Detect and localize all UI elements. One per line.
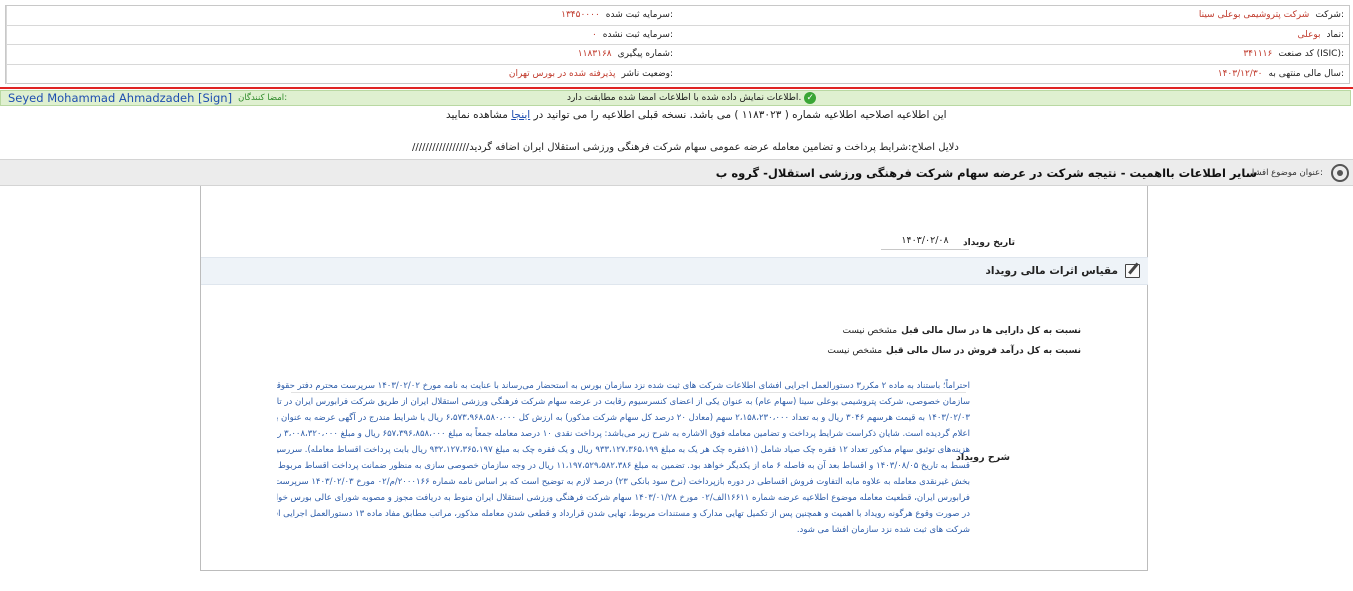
ratio-assets-value: مشخص نیست	[842, 326, 898, 336]
description-line: در صورت وقوع هرگونه رویداد با اهمیت و هم…	[277, 509, 970, 519]
company-label: شرکت:	[1315, 10, 1344, 21]
signer-name[interactable]: Seyed Mohammad Ahmadzadeh [Sign]	[8, 91, 232, 105]
edit-icon	[1125, 264, 1140, 278]
info-cell: شماره پیگیری: ۱۱۸۳۱۶۸	[6, 45, 678, 64]
description-line: هزینه‌های توثیق سهام مذکور تعداد ۱۲ فقره…	[277, 445, 970, 455]
description-line: ۱۴۰۳/۰۲/۰۳ به قیمت هرسهم ۳۰۴۶ ریال و به …	[277, 413, 970, 423]
target-icon	[1331, 164, 1349, 182]
registered-capital-value: ۱۳۴۵۰۰۰۰	[561, 10, 600, 21]
unregistered-capital-value: ۰	[591, 29, 597, 40]
financial-effects-header: مقیاس اثرات مالی رویداد	[201, 257, 1148, 285]
description-line: بخش غیرنقدی معامله به علاوه مابه التفاوت…	[277, 477, 970, 487]
description-line: اعلام گردیده است. شایان ذکراست شرایط پرد…	[277, 429, 970, 439]
description-line: فرابورس ایران، قطعیت معامله موضوع اطلاعی…	[277, 493, 970, 503]
ratio-revenue-label: نسبت به کل درآمد فروش در سال مالی قبل	[886, 346, 1081, 356]
notice-text-before: این اطلاعیه اصلاحیه اطلاعیه شماره ( ۱۱۸۳…	[533, 109, 947, 121]
description-line: احتراماً؛ باستناد به ماده ۲ مکرر۳ دستورا…	[277, 381, 970, 391]
description-line: قسط به تاریخ ۱۴۰۳/۰۸/۰۵ و اقساط بعد آن ب…	[277, 461, 970, 471]
subject-band: عنوان موضوع افشا: سایر اطلاعات بااهمیت -…	[0, 159, 1353, 186]
symbol-value[interactable]: بوعلی	[1297, 30, 1320, 40]
symbol-label: نماد:	[1326, 29, 1344, 40]
ratio-revenue-value: مشخص نیست	[827, 346, 883, 356]
info-cell: نماد: بوعلی	[678, 26, 1349, 45]
correction-notice: این اطلاعیه اصلاحیه اطلاعیه شماره ( ۱۱۸۳…	[446, 109, 947, 121]
signers: Seyed Mohammad Ahmadzadeh [Sign] امضا کن…	[8, 91, 287, 105]
subject-title: سایر اطلاعات بااهمیت - نتیجه شرکت در عرض…	[715, 166, 1257, 180]
description-line: شرکت های ثبت شده نزد سازمان افشا می شود.	[796, 525, 970, 535]
event-date-label: تاریخ رویداد	[963, 238, 1015, 248]
description-line: سازمان خصوصی، شرکت پتروشیمی بوعلی سینا (…	[277, 397, 970, 407]
event-date-value: ۱۴۰۳/۰۲/۰۸	[881, 235, 969, 250]
info-cell: کد صنعت (ISIC): ۳۴۱۱۱۶	[678, 45, 1349, 64]
info-cell: وضعیت ناشر: پذیرفته شده در بورس تهران	[6, 64, 678, 84]
industry-code-label: کد صنعت (ISIC):	[1278, 49, 1344, 60]
signature-status-bar: ✓ اطلاعات نمایش داده شده با اطلاعات امضا…	[0, 90, 1351, 106]
company-info-table: شرکت: شرکت پتروشیمی بوعلی سینا سرمایه ثب…	[5, 5, 1350, 84]
company-value[interactable]: شرکت پتروشیمی بوعلی سینا	[1199, 10, 1309, 20]
signature-match-text: اطلاعات نمایش داده شده با اطلاعات امضا ش…	[567, 93, 802, 103]
info-cell: سرمایه ثبت شده: ۱۳۴۵۰۰۰۰	[6, 6, 678, 25]
unregistered-capital-label: سرمایه ثبت نشده:	[602, 29, 673, 40]
publisher-status-label: وضعیت ناشر:	[621, 69, 673, 80]
registered-capital-label: سرمایه ثبت شده:	[605, 10, 673, 21]
correction-reason: دلایل اصلاح:شرایط پرداخت و تضامین معامله…	[412, 142, 959, 153]
subject-label: عنوان موضوع افشا:	[1251, 168, 1323, 178]
info-cell: سال مالی منتهی به: ۱۴۰۳/۱۲/۳۰	[678, 65, 1349, 85]
notice-text-after: مشاهده نمایید	[446, 109, 508, 121]
info-row-fiscal: سال مالی منتهی به: ۱۴۰۳/۱۲/۳۰ وضعیت ناشر…	[6, 64, 1349, 85]
previous-version-link[interactable]: اینجا	[511, 109, 530, 121]
info-cell: شرکت: شرکت پتروشیمی بوعلی سینا	[678, 6, 1349, 25]
ratio-assets-label: نسبت به کل دارایی ها در سال مالی قبل	[901, 326, 1081, 336]
fiscal-year-value: ۱۴۰۳/۱۲/۳۰	[1217, 69, 1263, 80]
info-row-industry: کد صنعت (ISIC): ۳۴۱۱۱۶ شماره پیگیری: ۱۱۸…	[6, 45, 1349, 65]
signature-match-message: ✓ اطلاعات نمایش داده شده با اطلاعات امضا…	[567, 92, 817, 104]
financial-effects-title: مقیاس اثرات مالی رویداد	[985, 265, 1118, 277]
tracking-number-value: ۱۱۸۳۱۶۸	[577, 49, 612, 60]
check-icon: ✓	[804, 92, 817, 104]
info-row-company: شرکت: شرکت پتروشیمی بوعلی سینا سرمایه ثب…	[6, 6, 1349, 26]
event-description-text: احتراماً؛ باستناد به ماده ۲ مکرر۳ دستورا…	[277, 378, 970, 538]
info-row-symbol: نماد: بوعلی سرمایه ثبت نشده: ۰	[6, 25, 1349, 45]
ratio-assets-row: نسبت به کل دارایی ها در سال مالی قبل مشخ…	[843, 326, 1082, 336]
event-panel: تاریخ رویداد ۱۴۰۳/۰۲/۰۸ مقیاس اثرات مالی…	[200, 186, 1148, 571]
publisher-status-value: پذیرفته شده در بورس تهران	[508, 69, 616, 80]
signers-label: امضا کنندگان:	[238, 93, 288, 103]
fiscal-year-label: سال مالی منتهی به:	[1268, 69, 1345, 80]
tracking-number-label: شماره پیگیری:	[617, 49, 673, 60]
divider-line	[0, 87, 1353, 89]
industry-code-value: ۳۴۱۱۱۶	[1243, 49, 1273, 60]
ratio-revenue-row: نسبت به کل درآمد فروش در سال مالی قبل مش…	[827, 346, 1081, 356]
info-cell: سرمایه ثبت نشده: ۰	[6, 25, 678, 44]
